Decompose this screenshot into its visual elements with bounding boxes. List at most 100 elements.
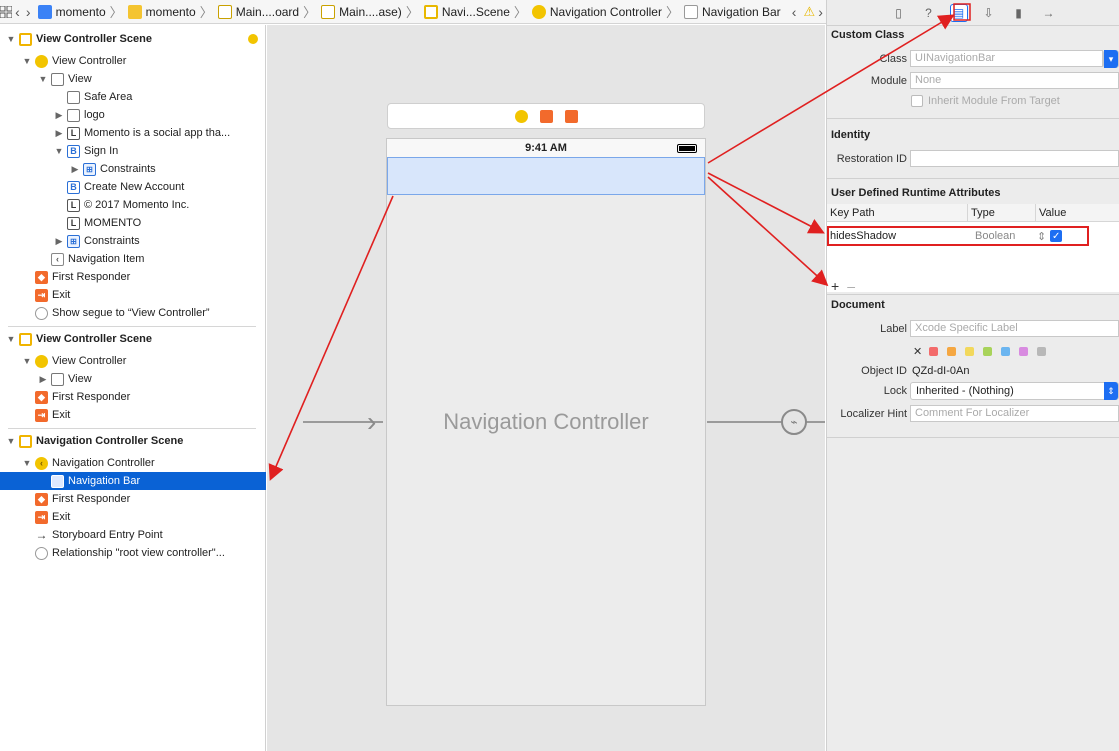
inherit-module-checkbox[interactable] (911, 95, 923, 107)
label-color-orange[interactable] (947, 347, 956, 356)
label-color-green[interactable] (983, 347, 992, 356)
identity-inspector-icon[interactable]: ▤ (949, 3, 968, 22)
outline-item-constraints[interactable]: ▶ ⊞ Constraints (0, 232, 266, 250)
outline-item-view[interactable]: ▼ View (0, 70, 266, 88)
crumb-nav-controller[interactable]: Navigation Controller 〉 (528, 0, 680, 23)
crumb-project[interactable]: momento 〉 (34, 0, 124, 23)
exit-dock-icon[interactable] (564, 109, 578, 123)
col-value[interactable]: Value (1036, 204, 1069, 221)
disclosure-open-icon[interactable]: ▼ (6, 436, 16, 446)
outline-item-momento-label[interactable]: L MOMENTO (0, 214, 266, 232)
back-arrow-icon[interactable]: ‹ (12, 0, 23, 23)
crumb-storyboard-base[interactable]: Main....ase) 〉 (317, 0, 420, 23)
col-key-path[interactable]: Key Path (827, 204, 968, 221)
issue-next-icon[interactable]: › (815, 0, 826, 23)
file-inspector-icon[interactable]: ▯ (890, 4, 908, 22)
outline-item-first-responder[interactable]: ◆ First Responder (0, 388, 266, 406)
outline-item-view-controller[interactable]: ▼ View Controller (0, 352, 266, 370)
disclosure-closed-icon[interactable]: ▶ (54, 110, 64, 121)
disclosure-open-icon[interactable]: ▼ (22, 458, 32, 468)
outline-item-relationship[interactable]: Relationship "root view controller"... (0, 544, 266, 562)
disclosure-closed-icon[interactable]: ▶ (54, 236, 64, 247)
disclosure-closed-icon[interactable]: ▶ (54, 128, 64, 139)
outline-scene-header[interactable]: ▼ View Controller Scene (0, 30, 266, 48)
outline-item-logo[interactable]: ▶ logo (0, 106, 266, 124)
entry-point-arrow-icon[interactable]: › (367, 408, 376, 436)
outline-item-exit[interactable]: ⇥ Exit (0, 508, 266, 526)
size-inspector-icon[interactable]: ▮ (1010, 4, 1028, 22)
restoration-id-label: Restoration ID (836, 153, 907, 165)
object-id-label: Object ID (861, 365, 907, 377)
label-color-purple[interactable] (1019, 347, 1028, 356)
udra-type-cell[interactable]: Boolean (975, 230, 1037, 242)
label-color-red[interactable] (929, 347, 938, 356)
view-controller-icon (35, 354, 48, 368)
storyboard-canvas[interactable]: 9:41 AM Navigation Controller › ⌁ (267, 25, 825, 751)
outline-item-navigation-bar[interactable]: Navigation Bar (0, 472, 266, 490)
outline-item-safe-area[interactable]: Safe Area (0, 88, 266, 106)
label-color-gray[interactable] (1037, 347, 1046, 356)
outline-scene-header[interactable]: ▼ View Controller Scene (0, 330, 266, 348)
col-type[interactable]: Type (968, 204, 1036, 221)
remove-attribute-button[interactable]: – (847, 278, 855, 294)
outline-item-sign-in[interactable]: ▼ B Sign In (0, 142, 266, 160)
disclosure-open-icon[interactable]: ▼ (22, 56, 32, 66)
add-attribute-button[interactable]: + (831, 278, 839, 294)
disclosure-closed-icon[interactable]: ▶ (70, 164, 80, 175)
connections-inspector-icon[interactable]: → (1040, 4, 1058, 22)
udra-key-cell[interactable]: hidesShadow (829, 230, 975, 242)
scene-add-icon[interactable] (248, 34, 258, 44)
outline-item-first-responder[interactable]: ◆ First Responder (0, 490, 266, 508)
document-label-input[interactable]: Xcode Specific Label (910, 320, 1119, 337)
outline-item-navigation-controller[interactable]: ▼ ‹ Navigation Controller (0, 454, 266, 472)
disclosure-open-icon[interactable]: ▼ (22, 356, 32, 366)
label-color-blue[interactable] (1001, 347, 1010, 356)
label-color-yellow[interactable] (965, 347, 974, 356)
crumb-scene[interactable]: Navi...Scene 〉 (420, 0, 528, 23)
disclosure-open-icon[interactable]: ▼ (38, 74, 48, 84)
class-dropdown-button[interactable]: ▾ (1103, 50, 1119, 68)
crumb-folder[interactable]: momento 〉 (124, 0, 214, 23)
lock-select[interactable]: Inherited - (Nothing) ⇕ (910, 382, 1119, 400)
outline-item-create-account[interactable]: B Create New Account (0, 178, 266, 196)
outline-item-exit[interactable]: ⇥ Exit (0, 286, 266, 304)
warning-icon[interactable]: ⚠ (804, 4, 816, 20)
disclosure-open-icon[interactable]: ▼ (6, 34, 16, 44)
attributes-inspector-icon[interactable]: ⇩ (980, 4, 998, 22)
quick-help-icon[interactable]: ? (920, 4, 938, 22)
attributes-inspector: ▯ ? ▤ ⇩ ▮ → Custom Class Class UINavigat… (826, 0, 1119, 751)
outline-item-label-momento[interactable]: ▶ L Momento is a social app tha... (0, 124, 266, 142)
restoration-id-input[interactable] (910, 150, 1119, 167)
disclosure-closed-icon[interactable]: ▶ (38, 374, 48, 385)
crumb-nav-bar[interactable]: Navigation Bar (680, 0, 781, 23)
module-select[interactable]: None (910, 72, 1119, 89)
navigation-controller-frame[interactable]: 9:41 AM Navigation Controller (386, 138, 706, 706)
udra-value-checkbox[interactable]: ✓ (1050, 230, 1063, 242)
outline-item-constraints-inner[interactable]: ▶ ⊞ Constraints (0, 160, 266, 178)
forward-arrow-icon[interactable]: › (23, 0, 34, 23)
outline-item-view[interactable]: ▶ View (0, 370, 266, 388)
clear-label-color-icon[interactable]: ✕ (913, 345, 922, 358)
outline-item-entry-point[interactable]: → Storyboard Entry Point (0, 526, 266, 544)
first-responder-dock-icon[interactable] (539, 109, 553, 123)
outline-item-navigation-item[interactable]: ‹ Navigation Item (0, 250, 266, 268)
entry-arrow-icon: → (35, 528, 48, 542)
outline-scene-header[interactable]: ▼ Navigation Controller Scene (0, 432, 266, 450)
outline-item-copyright[interactable]: L © 2017 Momento Inc. (0, 196, 266, 214)
related-items-icon[interactable] (0, 0, 12, 23)
outline-item-segue[interactable]: Show segue to “View Controller” (0, 304, 266, 322)
class-input[interactable]: UINavigationBar (910, 50, 1103, 67)
outline-item-exit[interactable]: ⇥ Exit (0, 406, 266, 424)
udra-row-hides-shadow[interactable]: hidesShadow Boolean ⇕ ✓ (827, 226, 1089, 246)
outline-item-first-responder[interactable]: ◆ First Responder (0, 268, 266, 286)
relationship-segue-icon[interactable]: ⌁ (781, 409, 807, 435)
nav-controller-dock-icon[interactable] (514, 109, 528, 123)
crumb-storyboard[interactable]: Main....oard 〉 (214, 0, 317, 23)
issue-prev-icon[interactable]: ‹ (789, 0, 800, 23)
disclosure-open-icon[interactable]: ▼ (6, 334, 16, 344)
type-stepper-icon[interactable]: ⇕ (1037, 230, 1046, 243)
outline-item-view-controller[interactable]: ▼ View Controller (0, 52, 266, 70)
navigation-bar-selected[interactable] (387, 157, 705, 195)
disclosure-open-icon[interactable]: ▼ (54, 146, 64, 156)
localizer-hint-input[interactable]: Comment For Localizer (910, 405, 1119, 422)
